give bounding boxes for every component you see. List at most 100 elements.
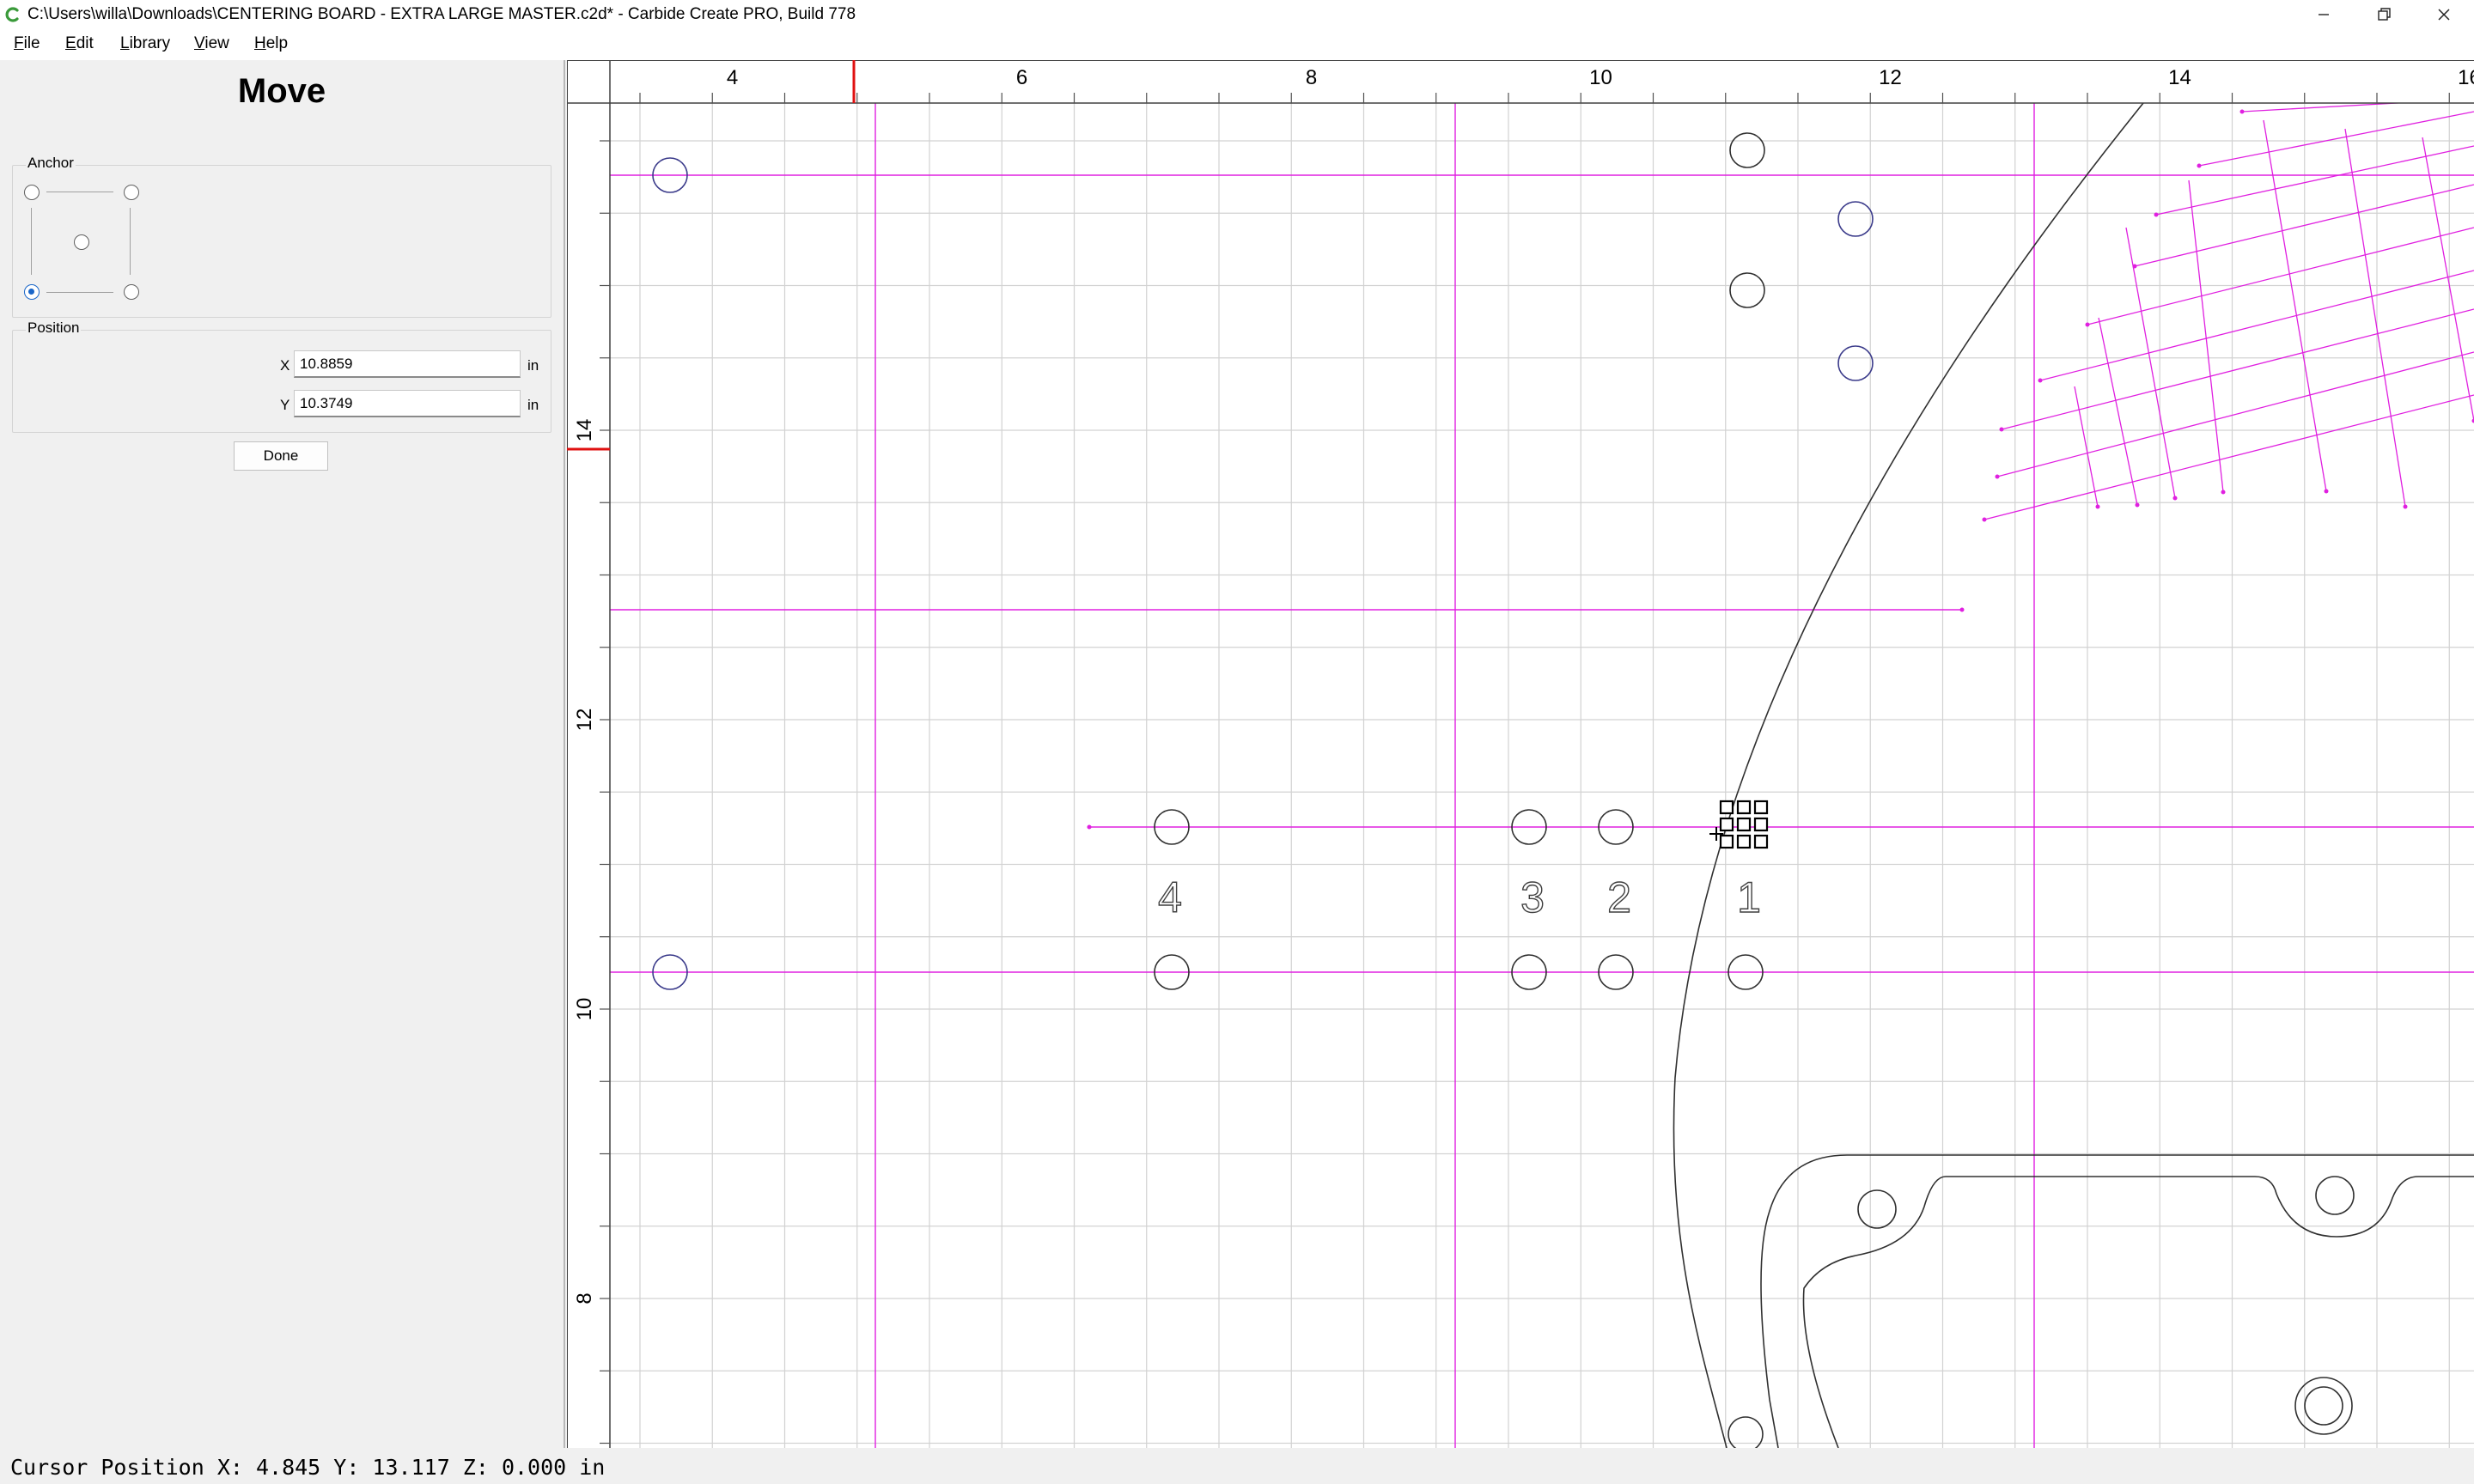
anchor-group-label: Anchor [26,155,76,172]
title-bar: C:\Users\willa\Downloads\CENTERING BOARD… [0,0,2474,29]
anchor-bottom-right-radio[interactable] [124,284,139,300]
hole-number-labels: 4 3 2 1 [1157,873,1761,921]
hole-label-1: 1 [1737,873,1761,921]
anchor-frame-right [130,208,131,275]
hatch-line [1996,351,2474,477]
hatch-endpoint [2172,496,2178,501]
hatch-endpoint [2085,322,2090,327]
menu-file-mnemonic: F [14,34,24,52]
hole-label-3: 3 [1520,873,1545,921]
ruler-top-label-14: 14 [2168,66,2191,89]
bolt-hole-outer [2294,1377,2353,1435]
hatch-line [2125,227,2176,499]
menu-help[interactable]: Help [254,34,288,53]
guide-endpoint [1959,607,1965,612]
anchor-group [12,165,551,318]
hatch-line [2001,308,2474,430]
hatch-endpoint [1995,474,2000,479]
close-icon [2438,9,2450,21]
menu-view[interactable]: View [194,34,229,53]
selection-handle [1736,834,1752,849]
menu-view-mnemonic: V [194,34,205,52]
guide-endpoint [1087,824,1092,830]
menu-file[interactable]: File [14,34,40,53]
design-canvas[interactable]: 4 3 2 1 4 6 8 10 12 14 16 14 12 10 8 [567,60,2474,1448]
x-label: X [280,357,290,374]
hatch-endpoint [2221,490,2226,495]
selection-handle [1719,817,1734,832]
pocket-outline-inner [1802,1176,2474,1448]
minimize-button[interactable] [2294,0,2354,29]
ruler-top-label-8: 8 [1306,66,1317,89]
anchor-frame-left [31,208,32,275]
hatch-line [2344,128,2406,508]
hole-circle [1837,345,1874,381]
hatch-line [2263,119,2327,492]
done-button[interactable]: Done [234,441,328,471]
selection-handles[interactable] [1709,800,1769,849]
y-label: Y [280,397,290,413]
restore-button[interactable] [2354,0,2414,29]
ruler-left-label-8: 8 [573,1292,596,1304]
hatch-endpoint [2038,378,2043,383]
ruler-top-label-4: 4 [727,66,738,89]
hatch-endpoint [1999,427,2004,432]
position-group-label: Position [26,319,82,337]
selection-handle [1736,817,1752,832]
menu-library[interactable]: Library [120,34,170,53]
menu-bar: File Edit Library View Help [0,29,2474,60]
hatch-endpoint [2403,504,2408,509]
pocket-hole-right [2315,1176,2355,1215]
bolt-hole-inner [2304,1386,2343,1426]
window-title: C:\Users\willa\Downloads\CENTERING BOARD… [27,5,856,23]
hole-circle [1729,272,1765,308]
status-bar: Cursor Position X: 4.845 Y: 13.117 Z: 0.… [0,1448,2474,1484]
ruler-top-label-12: 12 [1879,66,1902,89]
hatch-line [2188,179,2224,493]
hatch-line [2098,317,2138,506]
hole-label-4: 4 [1158,873,1182,921]
close-button[interactable] [2414,0,2474,29]
anchor-bottom-left-radio[interactable] [24,284,40,300]
hole-circles [652,132,1874,1448]
selection-handle [1753,834,1769,849]
hatch-endpoint [2154,212,2159,217]
anchor-top-right-radio[interactable] [124,185,139,200]
selection-handle [1719,834,1734,849]
hole-circle [1729,132,1765,168]
selection-handle [1753,800,1769,815]
menu-file-label: ile [23,34,40,52]
hatch-line [2198,111,2474,167]
hatch-pattern [1982,98,2474,522]
panel-title: Move [237,72,326,110]
hatch-endpoint [2095,504,2100,509]
ruler-top-label-16: 16 [2458,66,2474,89]
canvas-drawing[interactable]: 4 3 2 1 4 6 8 10 12 14 16 14 12 10 8 [567,60,2474,1448]
selection-handle [1753,817,1769,832]
ruler-top-label-10: 10 [1589,66,1612,89]
selection-handle [1719,800,1734,815]
menu-help-label: elp [265,34,289,52]
ruler-left-label-14: 14 [573,419,596,442]
y-position-input[interactable] [294,390,521,417]
hatch-endpoint [2239,109,2245,114]
minimize-icon [2319,14,2329,15]
hatch-line [2422,137,2474,422]
outline-arc [1673,102,2144,1448]
menu-view-label: iew [204,34,229,52]
pocket-hole-left [1857,1189,1897,1229]
rulers: 468101214161412108 [567,60,2474,1448]
hatch-endpoint [1982,517,1987,522]
anchor-center-radio[interactable] [74,234,89,250]
menu-library-mnemonic: L [120,34,130,52]
anchor-top-left-radio[interactable] [24,185,40,200]
hatch-endpoint [2197,163,2202,168]
hatch-line [2087,227,2474,325]
x-position-input[interactable] [294,350,521,378]
ruler-left-label-10: 10 [573,998,596,1021]
menu-edit[interactable]: Edit [65,34,94,53]
hole-label-2: 2 [1607,873,1631,921]
grid-lines [567,103,2474,1448]
hatch-line [2074,386,2099,508]
ruler-top-label-6: 6 [1016,66,1027,89]
